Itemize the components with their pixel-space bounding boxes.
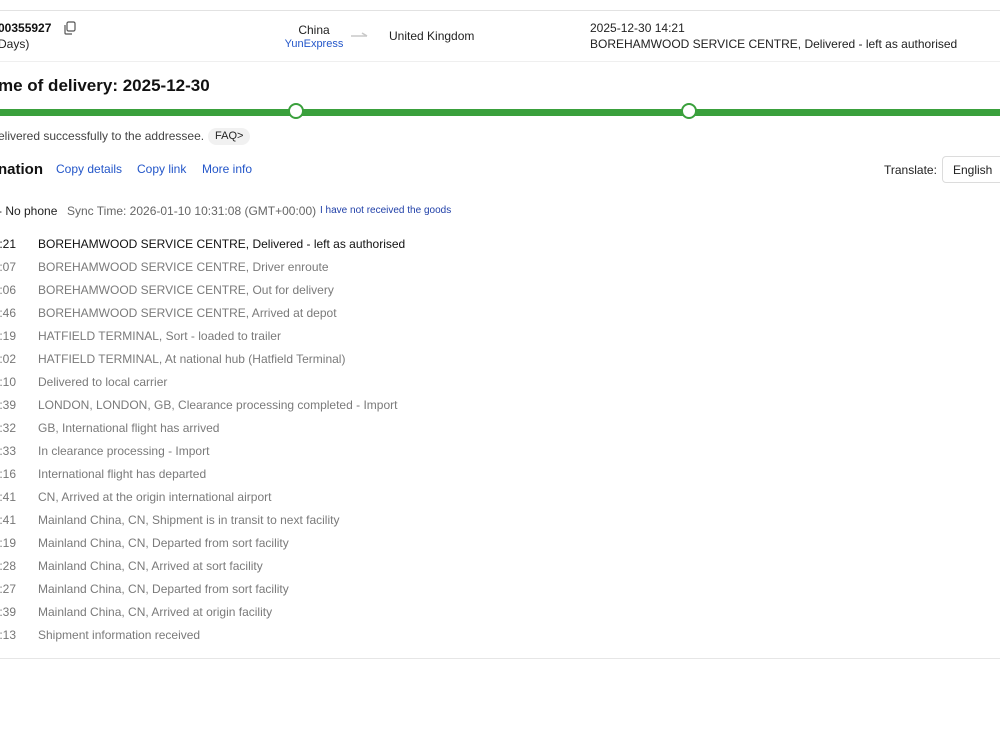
event-time: :16 <box>0 467 16 481</box>
translate-label: Translate: <box>884 163 937 177</box>
event-row: :39 LONDON, LONDON, GB, Clearance process… <box>0 396 1000 419</box>
event-time: :21 <box>0 237 16 251</box>
copy-icon[interactable] <box>63 21 76 35</box>
event-description: Mainland China, CN, Arrived at sort faci… <box>38 559 263 573</box>
event-description: Shipment information received <box>38 628 201 642</box>
event-description: Delivered to local carrier <box>38 375 168 389</box>
copy-link-link[interactable]: Copy link <box>137 162 186 176</box>
top-border <box>0 10 1000 11</box>
event-row: :16 International flight has departed <box>0 465 1000 488</box>
latest-event-description: BOREHAMWOOD SERVICE CENTRE, Delivered - … <box>590 37 958 51</box>
event-time: :02 <box>0 352 16 366</box>
event-row: :39 Mainland China, CN, Arrived at origin… <box>0 603 1000 626</box>
event-row: :33 In clearance processing - Import <box>0 442 1000 465</box>
event-row: :19 HATFIELD TERMINAL, Sort - loaded to t… <box>0 327 1000 350</box>
tracking-number: 00355927 <box>0 21 52 35</box>
event-row: :28 Mainland China, CN, Arrived at sort f… <box>0 557 1000 580</box>
event-description: Mainland China, CN, Departed from sort f… <box>38 536 289 550</box>
latest-event-time: 2025-12-30 14:21 <box>590 21 685 35</box>
delivery-time-title: me of delivery: 2025-12-30 <box>0 76 210 95</box>
not-received-link[interactable]: I have not received the goods <box>320 205 451 216</box>
event-description: HATFIELD TERMINAL, Sort - loaded to trai… <box>38 329 281 343</box>
event-time: :06 <box>0 283 16 297</box>
more-info-link[interactable]: More info <box>202 162 252 176</box>
faq-button[interactable]: FAQ> <box>208 128 251 145</box>
event-time: :19 <box>0 329 16 343</box>
event-time: :41 <box>0 513 16 527</box>
progress-bar <box>0 109 1000 116</box>
arrow-right-icon <box>351 32 368 37</box>
event-time: :13 <box>0 628 16 642</box>
delivery-status-text: elivered successfully to the addressee. <box>0 129 205 143</box>
event-description: BOREHAMWOOD SERVICE CENTRE, Delivered - … <box>38 237 406 251</box>
event-time: :19 <box>0 536 16 550</box>
event-description: BOREHAMWOOD SERVICE CENTRE, Arrived at d… <box>38 306 337 320</box>
event-description: International flight has departed <box>38 467 207 481</box>
divider <box>0 658 1000 659</box>
transit-days: Days) <box>0 37 30 51</box>
event-row: :06 BOREHAMWOOD SERVICE CENTRE, Out for d… <box>0 281 1000 304</box>
language-select-value: English <box>953 163 993 177</box>
progress-node <box>681 103 697 119</box>
event-description: HATFIELD TERMINAL, At national hub (Hatf… <box>38 352 346 366</box>
language-select[interactable]: English <box>942 156 1000 183</box>
divider <box>0 61 1000 62</box>
event-time: :10 <box>0 375 16 389</box>
event-row: :07 BOREHAMWOOD SERVICE CENTRE, Driver en… <box>0 258 1000 281</box>
event-time: :32 <box>0 421 16 435</box>
event-row: :21 BOREHAMWOOD SERVICE CENTRE, Delivered… <box>0 235 1000 258</box>
event-row: :46 BOREHAMWOOD SERVICE CENTRE, Arrived a… <box>0 304 1000 327</box>
event-row: :32 GB, International flight has arrived <box>0 419 1000 442</box>
event-time: :39 <box>0 605 16 619</box>
sync-time: Sync Time: 2026-01-10 10:31:08 (GMT+00:0… <box>67 204 317 218</box>
copy-details-link[interactable]: Copy details <box>56 162 122 176</box>
event-time: :33 <box>0 444 16 458</box>
event-row: :41 Mainland China, CN, Shipment is in tr… <box>0 511 1000 534</box>
event-description: In clearance processing - Import <box>38 444 210 458</box>
progress-node <box>288 103 304 119</box>
event-description: BOREHAMWOOD SERVICE CENTRE, Out for deli… <box>38 283 334 297</box>
event-description: CN, Arrived at the origin international … <box>38 490 272 504</box>
event-description: Mainland China, CN, Departed from sort f… <box>38 582 289 596</box>
event-description: GB, International flight has arrived <box>38 421 220 435</box>
event-row: :27 Mainland China, CN, Departed from sor… <box>0 580 1000 603</box>
event-description: Mainland China, CN, Shipment is in trans… <box>38 513 340 527</box>
event-time: :39 <box>0 398 16 412</box>
event-time: :46 <box>0 306 16 320</box>
event-time: :41 <box>0 490 16 504</box>
event-description: BOREHAMWOOD SERVICE CENTRE, Driver enrou… <box>38 260 329 274</box>
event-description: LONDON, LONDON, GB, Clearance processing… <box>38 398 398 412</box>
event-row: :13 Shipment information received <box>0 626 1000 649</box>
event-description: Mainland China, CN, Arrived at origin fa… <box>38 605 273 619</box>
section-title: nation <box>0 161 43 178</box>
event-row: :10 Delivered to local carrier <box>0 373 1000 396</box>
event-time: :28 <box>0 559 16 573</box>
event-row: :02 HATFIELD TERMINAL, At national hub (H… <box>0 350 1000 373</box>
event-row: :19 Mainland China, CN, Departed from sor… <box>0 534 1000 557</box>
event-time: :07 <box>0 260 16 274</box>
event-row: :41 CN, Arrived at the origin internation… <box>0 488 1000 511</box>
event-time: :27 <box>0 582 16 596</box>
destination-country: United Kingdom <box>389 29 475 43</box>
phone-status: - No phone <box>0 204 58 218</box>
